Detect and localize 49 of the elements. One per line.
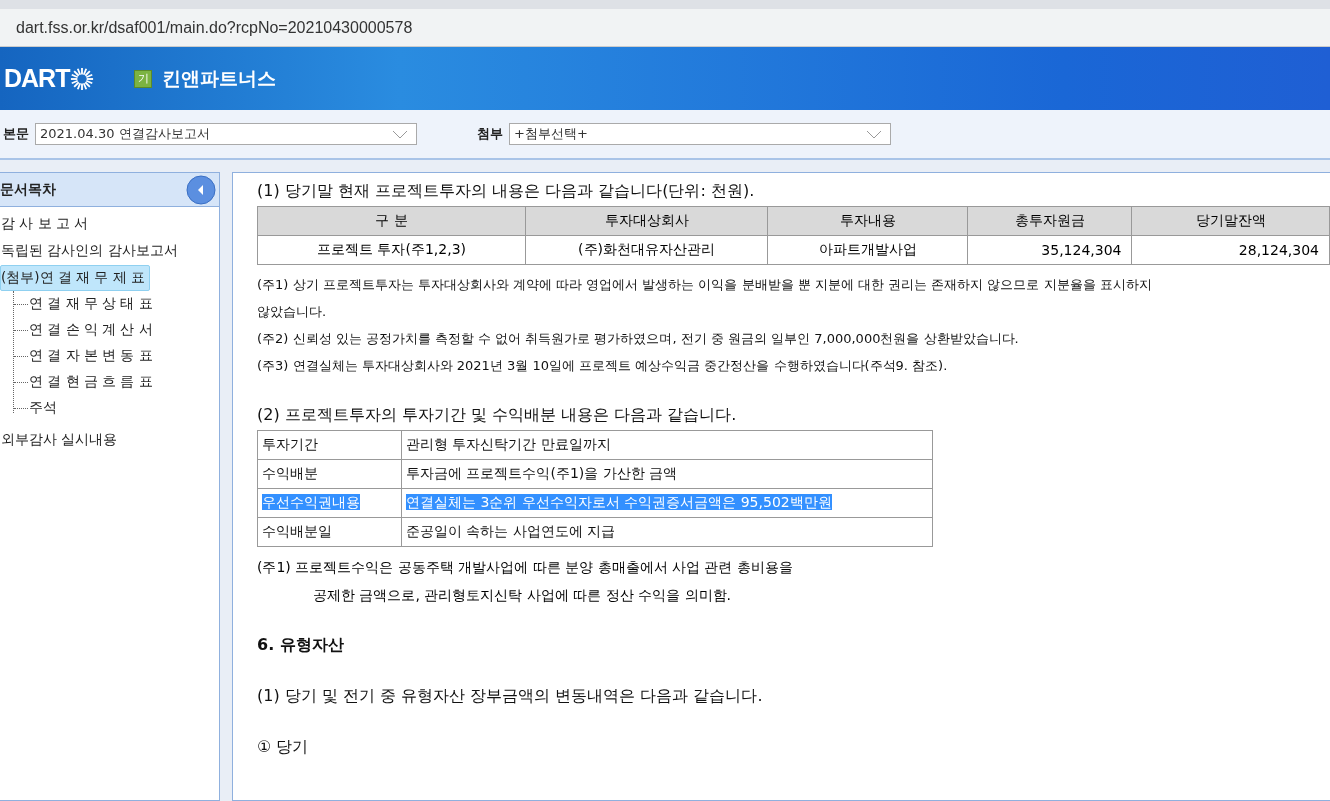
tree-item[interactable]: (첨부)연 결 재 무 제 표	[0, 264, 150, 291]
collapse-button-icon[interactable]	[186, 174, 216, 205]
table-cell: 프로젝트 투자(주1,2,3)	[257, 235, 526, 265]
tree-item[interactable]: 감 사 보 고 서	[0, 210, 94, 237]
tree-item[interactable]: 외부감사 실시내용	[0, 426, 123, 453]
footnote: (주2) 신뢰성 있는 공정가치를 측정할 수 없어 취득원가로 평가하였으며, 전기 중 원금의 일부인 7,000,000천원을 상환받았습니다.	[257, 330, 1020, 348]
tree-item[interactable]: 연 결 재 무 상 태 표	[28, 291, 158, 317]
document-select[interactable]: +첨부선택+	[509, 123, 891, 145]
column-header: 투자내용	[767, 206, 968, 236]
column-header: 구 분	[257, 206, 526, 236]
tree-item[interactable]: 연 결 자 본 변 동 표	[28, 343, 158, 369]
table-cell: 수익배분일	[257, 517, 402, 547]
table-cell: 아파트개발사업	[767, 235, 968, 265]
company-type-badge: 기	[134, 69, 153, 88]
tree-item[interactable]: 독립된 감사인의 감사보고서	[0, 237, 183, 264]
footnote: (주1) 상기 프로젝트투자는 투자대상회사와 계약에 따라 영업에서 발생하는 이익을 분배받을 뿐 지분에 대한 권리는 존재하지 않으므로 지분율을 표시하지 않았습니다.	[257, 276, 1153, 321]
logo-text: DART	[4, 64, 70, 93]
table-cell: 준공일이 속하는 사업연도에 지급	[401, 517, 933, 547]
sidebar-title: 문서목차	[0, 180, 56, 199]
address-bar-url[interactable]: dart.fss.or.kr/dsaf001/main.do?rcpNo=20210430000578	[16, 18, 413, 37]
table-cell: 연결실체는 3순위 우선수익자로서 수익권증서금액은 95,502백만원	[401, 488, 933, 518]
tree-item[interactable]: 연 결 손 익 계 산 서	[28, 317, 158, 343]
table-cell: 우선수익권내용	[257, 488, 402, 518]
company-name: 킨앤파트너스	[162, 65, 277, 91]
paragraph: (2) 프로젝트투자의 투자기간 및 수익배분 내용은 다음과 같습니다.	[257, 405, 738, 426]
column-header: 총투자원금	[967, 206, 1132, 236]
tree-item[interactable]: 연 결 현 금 흐 름 표	[28, 369, 158, 395]
document-select[interactable]: 2021.04.30 연결감사보고서	[35, 123, 417, 145]
chevron-down-icon	[866, 129, 882, 139]
table-cell: 관리형 투자신탁기간 만료일까지	[401, 430, 933, 460]
footnote: (주3) 연결실체는 투자대상회사와 2021년 3월 10일에 프로젝트 예상수익금 중간정산을 수행하였습니다(주석9. 참조).	[257, 357, 949, 375]
column-header: 당기말잔액	[1132, 206, 1330, 236]
section-heading: 6. 유형자산	[257, 635, 345, 656]
select-label: 본문	[3, 125, 29, 143]
table-cell: 35,124,304	[967, 235, 1132, 265]
tree-item[interactable]: 주석	[28, 395, 62, 421]
chevron-down-icon	[392, 129, 408, 139]
table-cell: 투자기간	[257, 430, 402, 460]
footnote: (주1) 프로젝트수익은 공동주택 개발사업에 따른 분양 총매출에서 사업 관련 총비용을 공제한 금액으로, 관리형토지신탁 사업에 따른 정산 수익을 의미함.	[257, 558, 794, 605]
table-cell: 투자금에 프로젝트수익(주1)을 가산한 금액	[401, 459, 933, 489]
paragraph: (1) 당기 및 전기 중 유형자산 장부금액의 변동내역은 다음과 같습니다.	[257, 686, 764, 707]
paragraph: ① 당기	[257, 737, 310, 758]
table-cell: 28,124,304	[1132, 235, 1330, 265]
paragraph: (1) 당기말 현재 프로젝트투자의 내용은 다음과 같습니다(단위: 천원).	[257, 181, 756, 202]
table-cell: 수익배분	[257, 459, 402, 489]
table-cell: (주)화천대유자산관리	[525, 235, 768, 265]
select-label: 첨부	[477, 125, 503, 143]
column-header: 투자대상회사	[525, 206, 768, 236]
sunburst-logo-icon	[70, 66, 95, 91]
